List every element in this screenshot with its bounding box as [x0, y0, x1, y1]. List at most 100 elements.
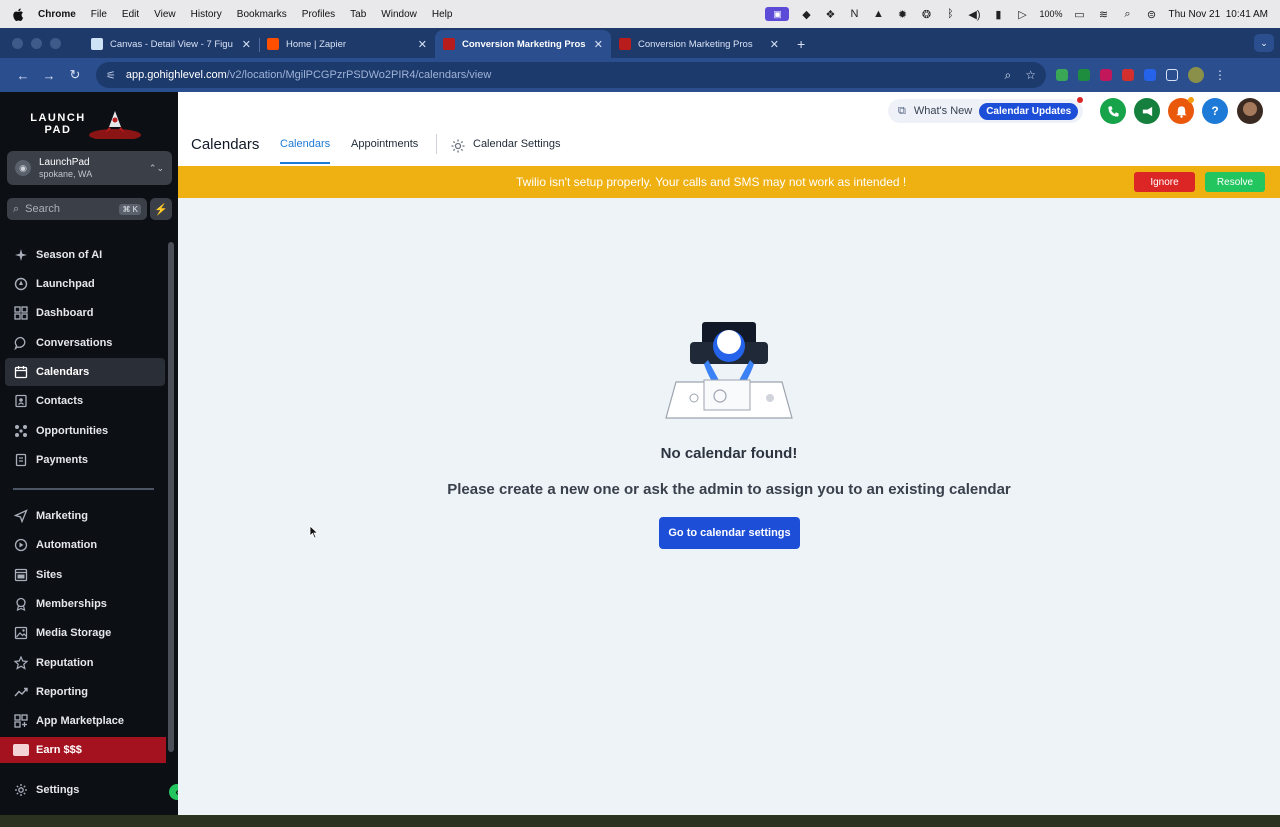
browser-tab[interactable]: Home | Zapier ✕ [259, 30, 435, 58]
extensions-puzzle-icon[interactable] [1166, 69, 1178, 81]
browser-tab[interactable]: Conversion Marketing Pros ✕ [611, 30, 787, 58]
site-settings-icon[interactable]: ⚟ [106, 69, 116, 82]
browser-tab-active[interactable]: Conversion Marketing Pros ✕ [435, 30, 611, 58]
zoom-icon[interactable]: ⌕ [1005, 68, 1012, 83]
sidebar-scrollbar[interactable] [168, 242, 174, 752]
sidebar-item-dashboard[interactable]: Dashboard [5, 299, 165, 327]
calendar-updates-badge[interactable]: Calendar Updates [979, 102, 1079, 120]
sidebar-item-opportunities[interactable]: Opportunities [5, 417, 165, 445]
tab-title: Home | Zapier [286, 38, 347, 50]
sidebar-search[interactable]: ⌕ Search ⌘ K [7, 198, 147, 220]
calendar-settings-gear-icon[interactable] [450, 138, 466, 154]
bluetooth-icon[interactable]: ᛒ [943, 8, 957, 20]
menu-chrome[interactable]: Chrome [38, 9, 76, 20]
wifi-icon[interactable]: ≋ [1096, 8, 1110, 21]
megaphone-button[interactable] [1134, 98, 1160, 124]
sidebar-item-calendars[interactable]: Calendars [5, 358, 165, 386]
quick-action-bolt-icon[interactable]: ⚡ [150, 198, 172, 220]
maximize-window-icon[interactable] [50, 37, 61, 49]
back-icon[interactable]: ← [10, 68, 36, 83]
vpn-icon[interactable]: ◆ [799, 8, 813, 21]
battery-percent: 100% [1039, 9, 1063, 19]
sidebar-item-payments[interactable]: Payments [5, 446, 165, 474]
sidebar-item-reputation[interactable]: Reputation [5, 649, 165, 677]
drive-icon[interactable]: ▲ [871, 8, 885, 20]
user-avatar[interactable] [1237, 98, 1263, 124]
tab-appointments[interactable]: Appointments [351, 138, 418, 164]
location-switcher[interactable]: ◉ LaunchPad spokane, WA ⌃⌄ [7, 151, 172, 185]
menu-profiles[interactable]: Profiles [302, 9, 335, 20]
menu-bookmarks[interactable]: Bookmarks [237, 9, 287, 20]
sidebar-item-media-storage[interactable]: Media Storage [5, 619, 165, 647]
chatgpt-icon[interactable]: ❂ [919, 8, 933, 21]
sidebar-item-settings[interactable]: Settings [5, 776, 165, 804]
go-to-calendar-settings-button[interactable]: Go to calendar settings [659, 517, 800, 549]
page-title: Calendars [191, 136, 260, 153]
phone-button[interactable] [1100, 98, 1126, 124]
sidebar-item-sites[interactable]: Sites [5, 561, 165, 589]
browser-menu-icon[interactable]: ⋮ [1214, 68, 1226, 82]
control-center-icon[interactable]: ⊜ [1144, 8, 1158, 21]
empty-state-subtitle: Please create a new one or ask the admin… [447, 481, 1011, 498]
profile-avatar-icon[interactable] [1188, 67, 1204, 83]
menu-view[interactable]: View [154, 9, 176, 20]
tab-search-chevron-icon[interactable]: ⌄ [1254, 34, 1274, 52]
browser-tab[interactable]: Canvas - Detail View - 7 Figu ✕ [83, 30, 259, 58]
apps-icon [13, 713, 29, 729]
menu-tab[interactable]: Tab [350, 9, 366, 20]
sidebar-item-memberships[interactable]: Memberships [5, 590, 165, 618]
menu-help[interactable]: Help [432, 9, 453, 20]
sidebar-item-app-marketplace[interactable]: App Marketplace [5, 707, 165, 735]
reload-icon[interactable]: ↻ [62, 67, 88, 83]
volume-icon[interactable]: ◀) [967, 8, 981, 21]
tab-close-icon[interactable]: ✕ [770, 38, 779, 51]
resolve-button[interactable]: Resolve [1205, 172, 1265, 192]
tab-calendar-settings[interactable]: Calendar Settings [473, 138, 560, 164]
extension-sheets-icon[interactable] [1078, 69, 1090, 81]
sidebar-item-launchpad[interactable]: Launchpad [5, 270, 165, 298]
new-tab-icon[interactable]: + [797, 36, 805, 52]
sidebar-item-marketing[interactable]: Marketing [5, 502, 165, 530]
whats-new-pill[interactable]: ⧉ What's New Calendar Updates [888, 99, 1083, 123]
settings-gear-icon[interactable]: ✹ [895, 8, 909, 21]
extension-red-icon[interactable] [1122, 69, 1134, 81]
bookmark-star-icon[interactable]: ☆ [1025, 68, 1036, 83]
extension-chart-icon[interactable] [1056, 69, 1068, 81]
minimize-window-icon[interactable] [31, 37, 42, 49]
dropbox-icon[interactable]: ❖ [823, 8, 837, 21]
sidebar-item-season-of-ai[interactable]: Season of AI [5, 241, 165, 269]
tab-close-icon[interactable]: ✕ [418, 38, 427, 51]
menu-edit[interactable]: Edit [122, 9, 139, 20]
menu-history[interactable]: History [191, 9, 222, 20]
sidebar-item-earn[interactable]: Earn $$$ [0, 737, 166, 763]
menu-file[interactable]: File [91, 9, 107, 20]
screen-record-icon[interactable]: ▣ [765, 7, 790, 21]
spotlight-icon[interactable]: ⌕ [1120, 8, 1134, 20]
menu-window[interactable]: Window [381, 9, 417, 20]
ignore-button[interactable]: Ignore [1134, 172, 1195, 192]
extension-y-icon[interactable] [1100, 69, 1112, 81]
battery-icon[interactable]: ▭ [1072, 8, 1086, 21]
sidebar-item-automation[interactable]: Automation [5, 531, 165, 559]
extension-zm-icon[interactable] [1144, 69, 1156, 81]
close-window-icon[interactable] [12, 37, 23, 49]
empty-state-title: No calendar found! [660, 445, 798, 462]
tab-close-icon[interactable]: ✕ [242, 38, 251, 51]
notion-icon[interactable]: N [847, 8, 861, 20]
sidebar-item-contacts[interactable]: Contacts [5, 387, 165, 415]
launchpad-logo[interactable]: LAUNCH PAD [28, 106, 152, 142]
sidebar-item-reporting[interactable]: Reporting [5, 678, 165, 706]
lock-icon[interactable]: ▮ [991, 8, 1005, 21]
sidebar-item-conversations[interactable]: Conversations [5, 329, 165, 357]
sidebar-item-label: Dashboard [36, 307, 94, 319]
help-button[interactable]: ? [1202, 98, 1228, 124]
phone-icon [1107, 105, 1119, 117]
forward-icon[interactable]: → [36, 68, 62, 83]
apple-icon[interactable] [12, 7, 24, 21]
tab-close-icon[interactable]: ✕ [594, 38, 603, 51]
menubar-clock[interactable]: Thu Nov 21 10:41 AM [1168, 9, 1268, 20]
address-bar[interactable]: ⚟ app.gohighlevel.com/v2/location/MgilPC… [96, 62, 1046, 88]
play-icon[interactable]: ▷ [1015, 8, 1029, 21]
tab-calendars[interactable]: Calendars [280, 138, 331, 164]
app-sidebar: LAUNCH PAD ◉ LaunchPad spokane, WA ⌃⌄ ⌕ … [0, 92, 185, 815]
